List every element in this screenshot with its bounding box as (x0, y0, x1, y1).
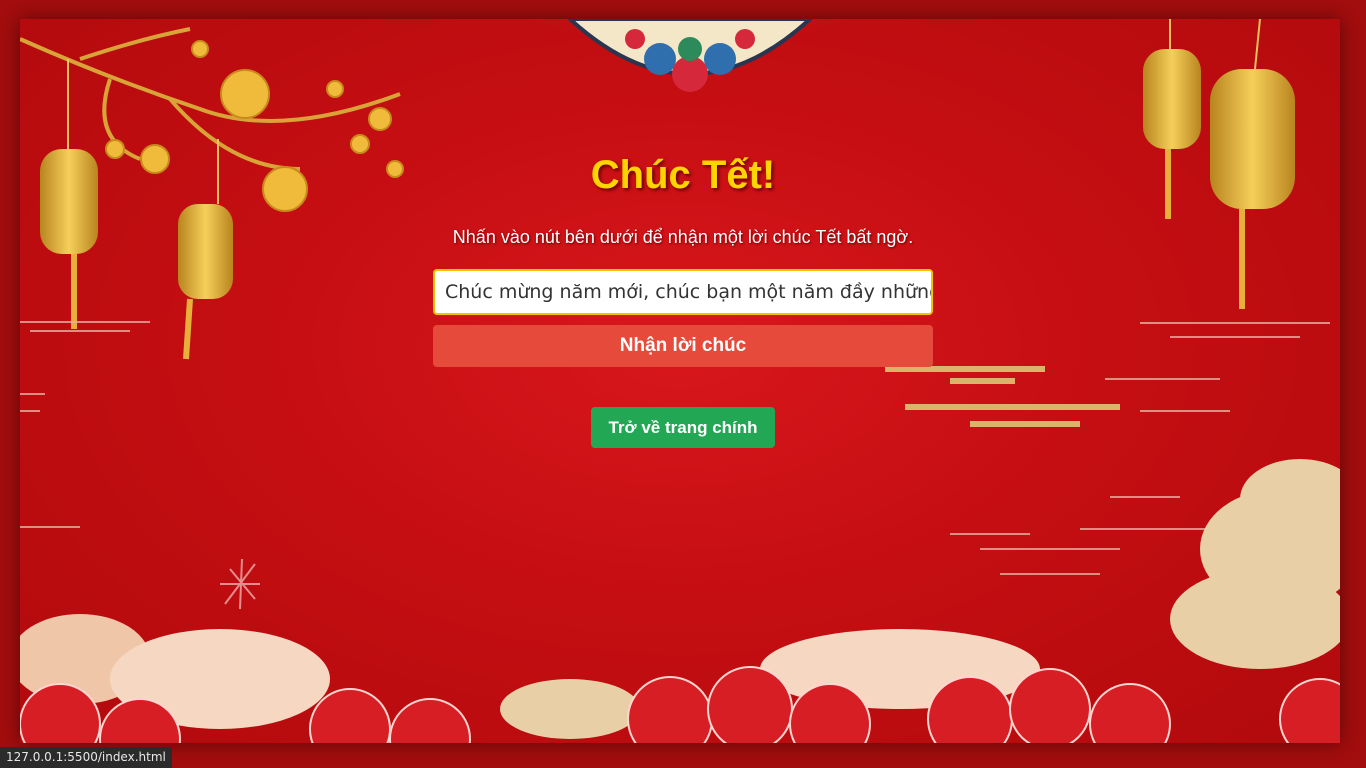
window-frame: Chúc Tết! Nhấn vào nút bên dưới để nhận … (0, 0, 1366, 768)
plum-blossom-branch-icon (20, 27, 401, 171)
back-to-home-button[interactable]: Trở về trang chính (591, 407, 775, 448)
wish-output-field[interactable]: Chúc mừng năm mới, chúc bạn một năm đầy … (433, 269, 933, 315)
get-wish-button[interactable]: Nhận lời chúc (433, 325, 933, 367)
page-subtitle: Nhấn vào nút bên dưới để nhận một lời ch… (452, 227, 914, 247)
lantern-icon (40, 59, 233, 360)
cloud-pattern-icon (20, 459, 1340, 743)
status-bar-url: 127.0.0.1:5500/index.html (0, 747, 172, 768)
tet-background-scene: Chúc Tết! Nhấn vào nút bên dưới để nhận … (20, 19, 1340, 743)
page-title: Chúc Tết! (590, 153, 776, 197)
firework-icon (220, 558, 260, 610)
tet-decorations (20, 19, 1340, 743)
